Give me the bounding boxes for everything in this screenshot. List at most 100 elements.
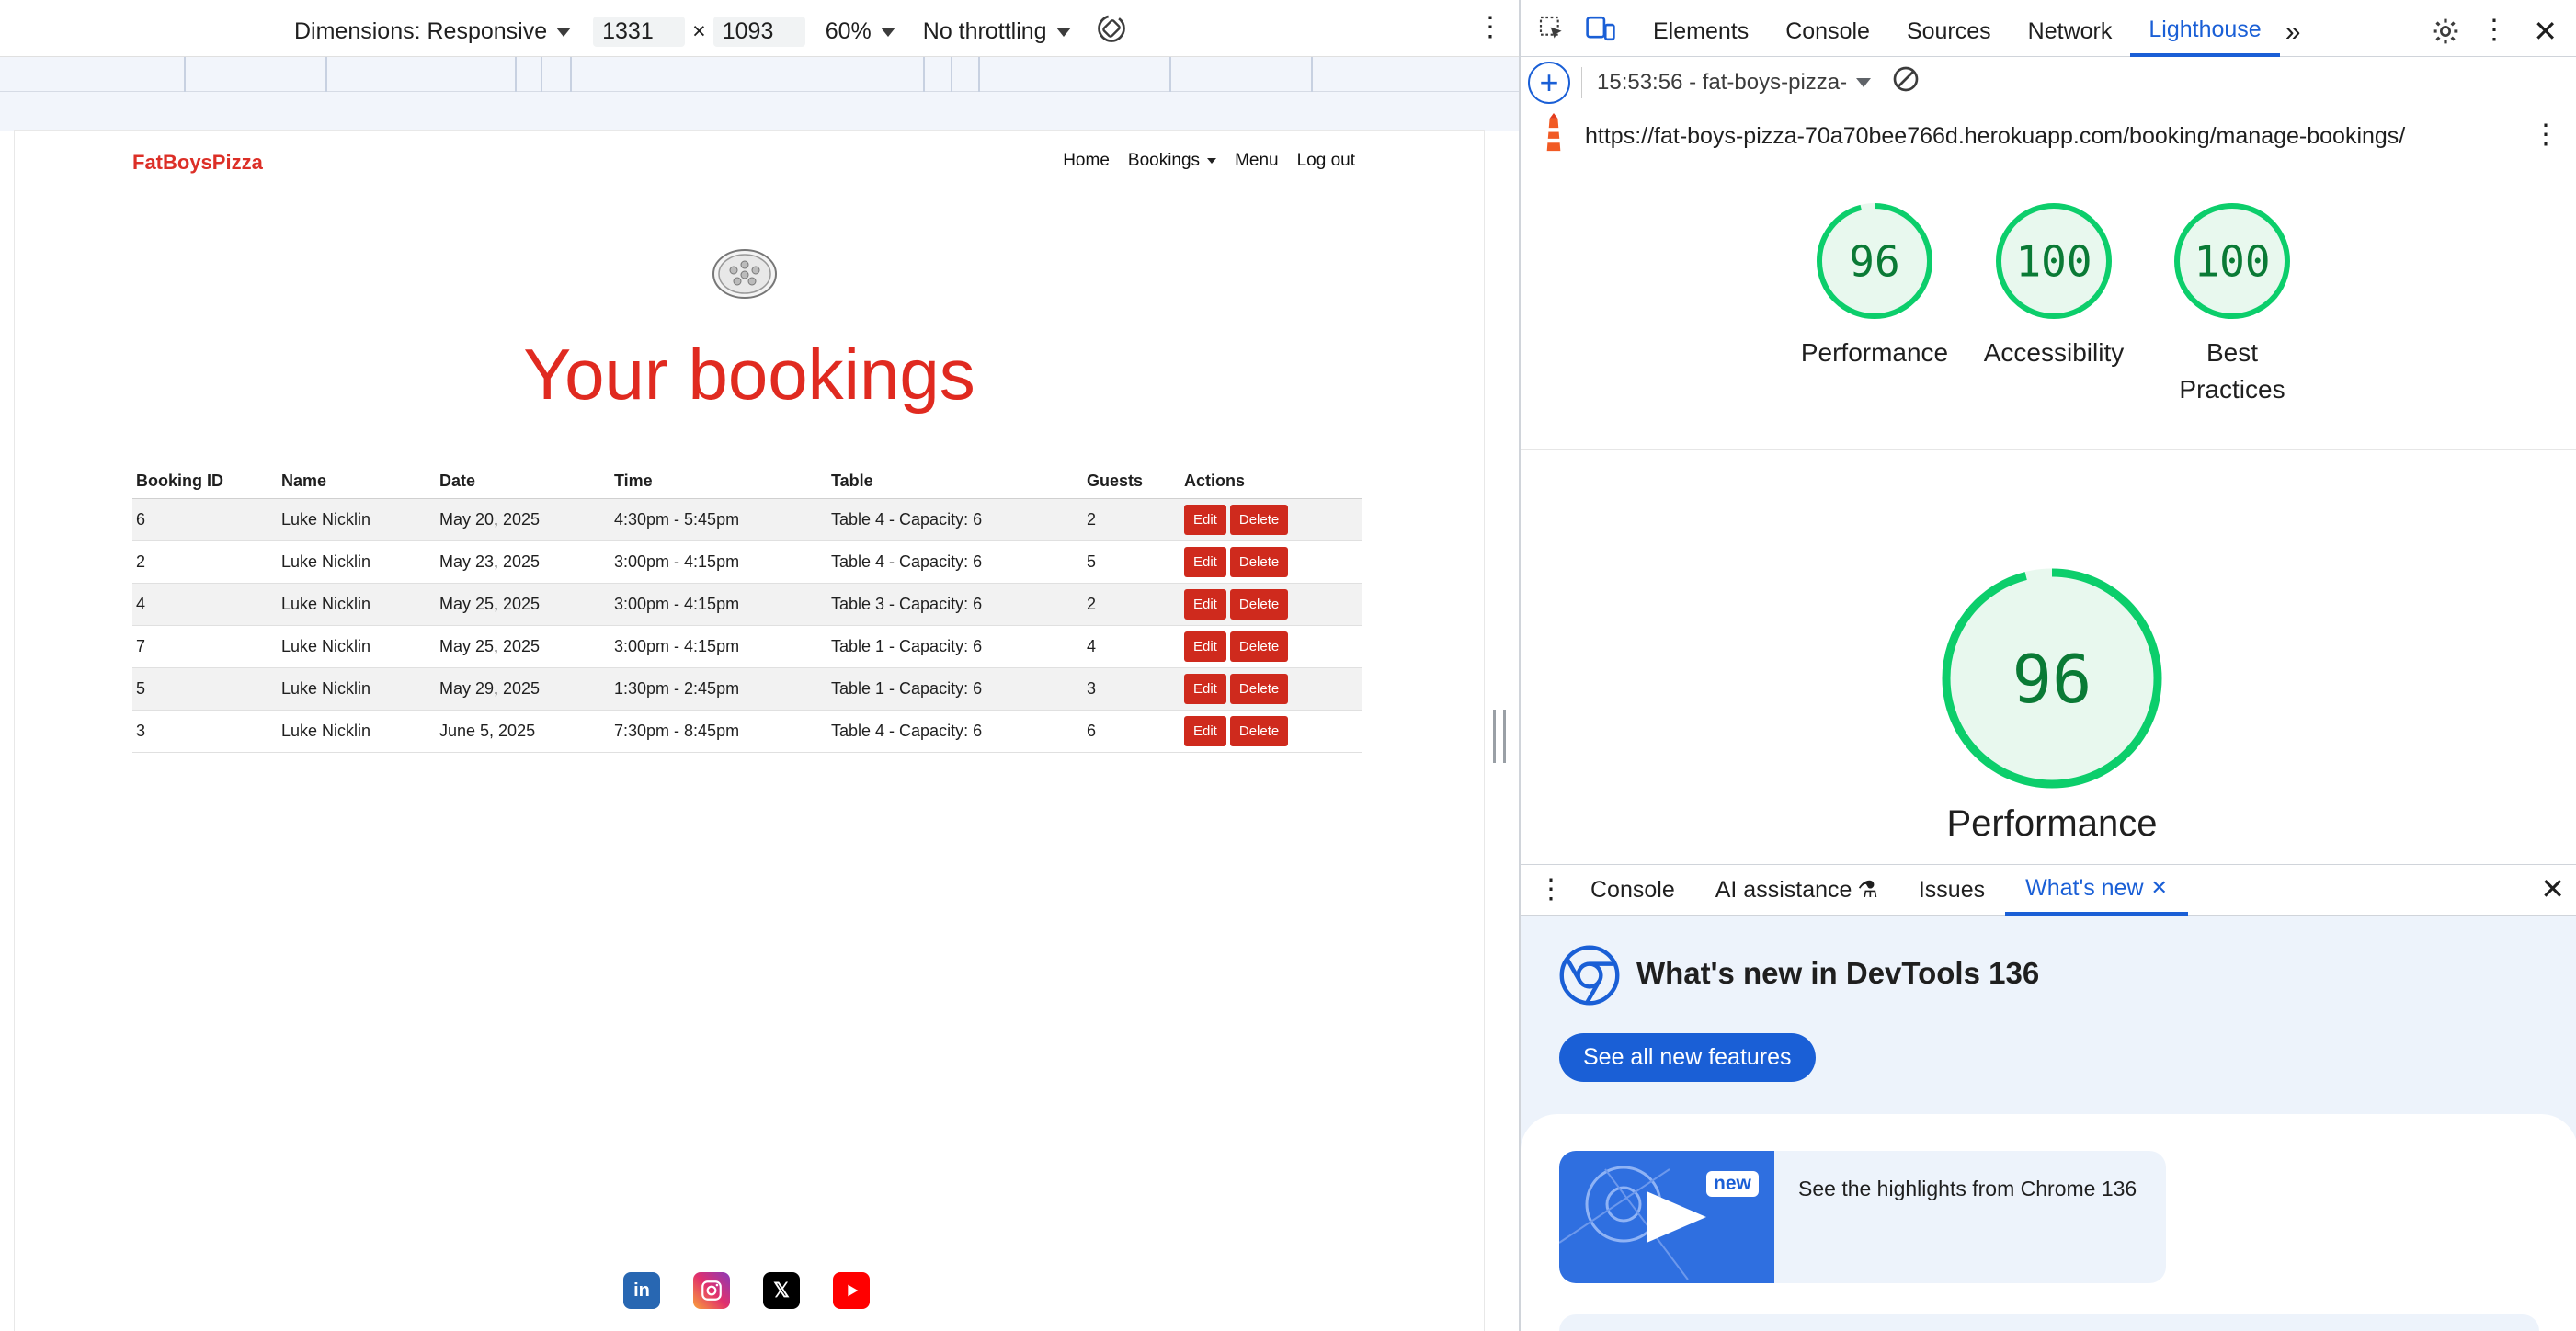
more-options-icon[interactable]: ⋮ xyxy=(2480,17,2508,44)
drawer-tab-label: AI assistance xyxy=(1715,876,1852,903)
media-query-ruler[interactable] xyxy=(0,57,1519,92)
rotate-icon[interactable] xyxy=(1095,12,1128,51)
cell-guests: 2 xyxy=(1083,583,1180,626)
cell-guests: 6 xyxy=(1083,710,1180,753)
see-all-features-button[interactable]: See all new features xyxy=(1559,1033,1816,1082)
cell-guests: 3 xyxy=(1083,667,1180,711)
score-gauge[interactable]: 100 Best Practices xyxy=(2154,200,2310,408)
score-gauge[interactable]: 96 Performance xyxy=(1796,200,1953,371)
score-gauge[interactable]: 100 Accessibility xyxy=(1976,200,2132,371)
tab-sources[interactable]: Sources xyxy=(1888,7,2010,57)
tab-lighthouse[interactable]: Lighthouse xyxy=(2130,7,2280,57)
edit-button[interactable]: Edit xyxy=(1184,715,1226,746)
nav-menu[interactable]: Menu xyxy=(1235,151,1279,171)
zoom-dropdown[interactable]: 60% xyxy=(826,18,895,45)
more-tabs-icon[interactable]: » xyxy=(2285,17,2301,48)
cell-date: May 25, 2025 xyxy=(436,583,610,626)
pizza-logo-icon xyxy=(712,249,777,299)
more-options-icon[interactable]: ⋮ xyxy=(1476,14,1504,41)
drawer-menu-icon[interactable]: ⋮ xyxy=(1537,876,1565,904)
drawer-tab-issues[interactable]: Issues xyxy=(1898,864,2005,916)
gauge-ring: 100 xyxy=(2174,203,2290,319)
report-label: 15:53:56 - fat-boys-pizza- xyxy=(1597,69,1848,95)
gauge-score: 96 xyxy=(1849,237,1899,287)
nav-bookings[interactable]: Bookings xyxy=(1127,151,1217,171)
height-input[interactable]: 1093 xyxy=(712,17,805,47)
delete-button[interactable]: Delete xyxy=(1229,631,1289,662)
times-sign: × xyxy=(692,18,706,44)
table-row: 5 Luke Nicklin May 29, 2025 1:30pm - 2:45pm… xyxy=(132,667,1362,711)
cell-id: 3 xyxy=(132,710,278,753)
divider xyxy=(1521,449,2576,450)
audited-url[interactable]: https://fat-boys-pizza-70a70bee766d.hero… xyxy=(1585,123,2405,150)
device-toggle-icon[interactable] xyxy=(1585,14,1616,50)
instagram-icon[interactable] xyxy=(693,1272,730,1309)
close-tab-icon[interactable]: ✕ xyxy=(2151,876,2168,900)
nav-home[interactable]: Home xyxy=(1063,151,1110,171)
chevron-down-icon xyxy=(556,28,572,38)
more-options-icon[interactable]: ⋮ xyxy=(2532,121,2559,149)
gauge-ring: 96 xyxy=(1942,568,2162,789)
drawer-tab-ai-assistance[interactable]: AI assistance ⚗ xyxy=(1695,864,1898,916)
site-brand[interactable]: FatBoysPizza xyxy=(132,151,263,175)
cell-guests: 2 xyxy=(1083,498,1180,541)
table-row: 3 Luke Nicklin June 5, 2025 7:30pm - 8:45pm… xyxy=(132,710,1362,753)
cell-actions: Edit Delete xyxy=(1180,710,1362,753)
add-report-icon[interactable]: + xyxy=(1528,61,1570,104)
viewport-resize-handle[interactable] xyxy=(1493,710,1506,763)
drawer-tab-label: Issues xyxy=(1918,876,1986,903)
cell-id: 5 xyxy=(132,667,278,711)
cell-date: May 25, 2025 xyxy=(436,625,610,668)
youtube-icon[interactable] xyxy=(833,1272,870,1309)
nav-bookings-label: Bookings xyxy=(1127,151,1201,170)
throttling-dropdown[interactable]: No throttling xyxy=(923,18,1071,45)
cell-table: Table 4 - Capacity: 6 xyxy=(827,710,1083,753)
report-selector[interactable]: 15:53:56 - fat-boys-pizza- xyxy=(1597,69,1872,96)
edit-button[interactable]: Edit xyxy=(1184,588,1226,620)
drawer-tab-what-s-new[interactable]: What's new ✕ xyxy=(2005,864,2188,916)
edit-button[interactable]: Edit xyxy=(1184,546,1226,577)
delete-button[interactable]: Delete xyxy=(1229,673,1289,704)
gauge-score: 96 xyxy=(2012,641,2092,718)
edit-button[interactable]: Edit xyxy=(1184,631,1226,662)
highlight-card[interactable]: new See the highlights from Chrome 136 xyxy=(1559,1151,2166,1283)
gear-icon[interactable] xyxy=(2431,17,2460,52)
clear-icon[interactable] xyxy=(1891,64,1921,100)
gauge-ring: 100 xyxy=(1996,203,2112,319)
dimensions-dropdown[interactable]: Dimensions: Responsive xyxy=(294,18,572,45)
edit-button[interactable]: Edit xyxy=(1184,504,1226,535)
inspect-element-icon[interactable] xyxy=(1537,14,1567,50)
tab-elements[interactable]: Elements xyxy=(1635,7,1767,57)
chevron-down-icon xyxy=(1055,28,1071,38)
devtools-tabbar: Elements Console Sources Network Lighthouse … xyxy=(1521,7,2576,57)
delete-button[interactable]: Delete xyxy=(1229,588,1289,620)
linkedin-icon[interactable]: in xyxy=(623,1272,660,1309)
devtools-panel: Elements Console Sources Network Lighthouse … xyxy=(1519,0,2576,1331)
score-gauge[interactable]: 96 Performance xyxy=(1886,564,2217,842)
highlight-text: See the highlights from Chrome 136 xyxy=(1798,1177,2137,1200)
zoom-label: 60% xyxy=(825,18,872,44)
cell-table: Table 4 - Capacity: 6 xyxy=(827,540,1083,584)
close-drawer-icon[interactable]: ✕ xyxy=(2540,874,2565,904)
delete-button[interactable]: Delete xyxy=(1229,504,1289,535)
table-header-row: Booking ID Name Date Time Table Guests A… xyxy=(132,461,1362,499)
column-header: Actions xyxy=(1180,461,1362,499)
width-input[interactable]: 1331 xyxy=(593,17,686,47)
table-row: 6 Luke Nicklin May 20, 2025 4:30pm - 5:45pm… xyxy=(132,498,1362,541)
nav-logout[interactable]: Log out xyxy=(1297,151,1355,171)
drawer-tab-console[interactable]: Console xyxy=(1570,864,1695,916)
x-icon[interactable]: 𝕏 xyxy=(763,1272,800,1309)
tab-network[interactable]: Network xyxy=(2010,7,2131,57)
delete-button[interactable]: Delete xyxy=(1229,715,1289,746)
cell-id: 6 xyxy=(132,498,278,541)
delete-button[interactable]: Delete xyxy=(1229,546,1289,577)
close-icon[interactable]: ✕ xyxy=(2533,17,2558,46)
cell-name: Luke Nicklin xyxy=(278,710,436,753)
site-nav: Home Bookings Menu Log out xyxy=(1063,151,1355,171)
video-thumbnail[interactable]: new xyxy=(1559,1151,1774,1283)
edit-button[interactable]: Edit xyxy=(1184,673,1226,704)
throttling-label: No throttling xyxy=(922,18,1047,44)
tab-console[interactable]: Console xyxy=(1767,7,1888,57)
flask-icon: ⚗ xyxy=(1857,877,1878,903)
device-emulation-pane: Dimensions: Responsive 1331 × 1093 60% N… xyxy=(0,0,1519,1331)
